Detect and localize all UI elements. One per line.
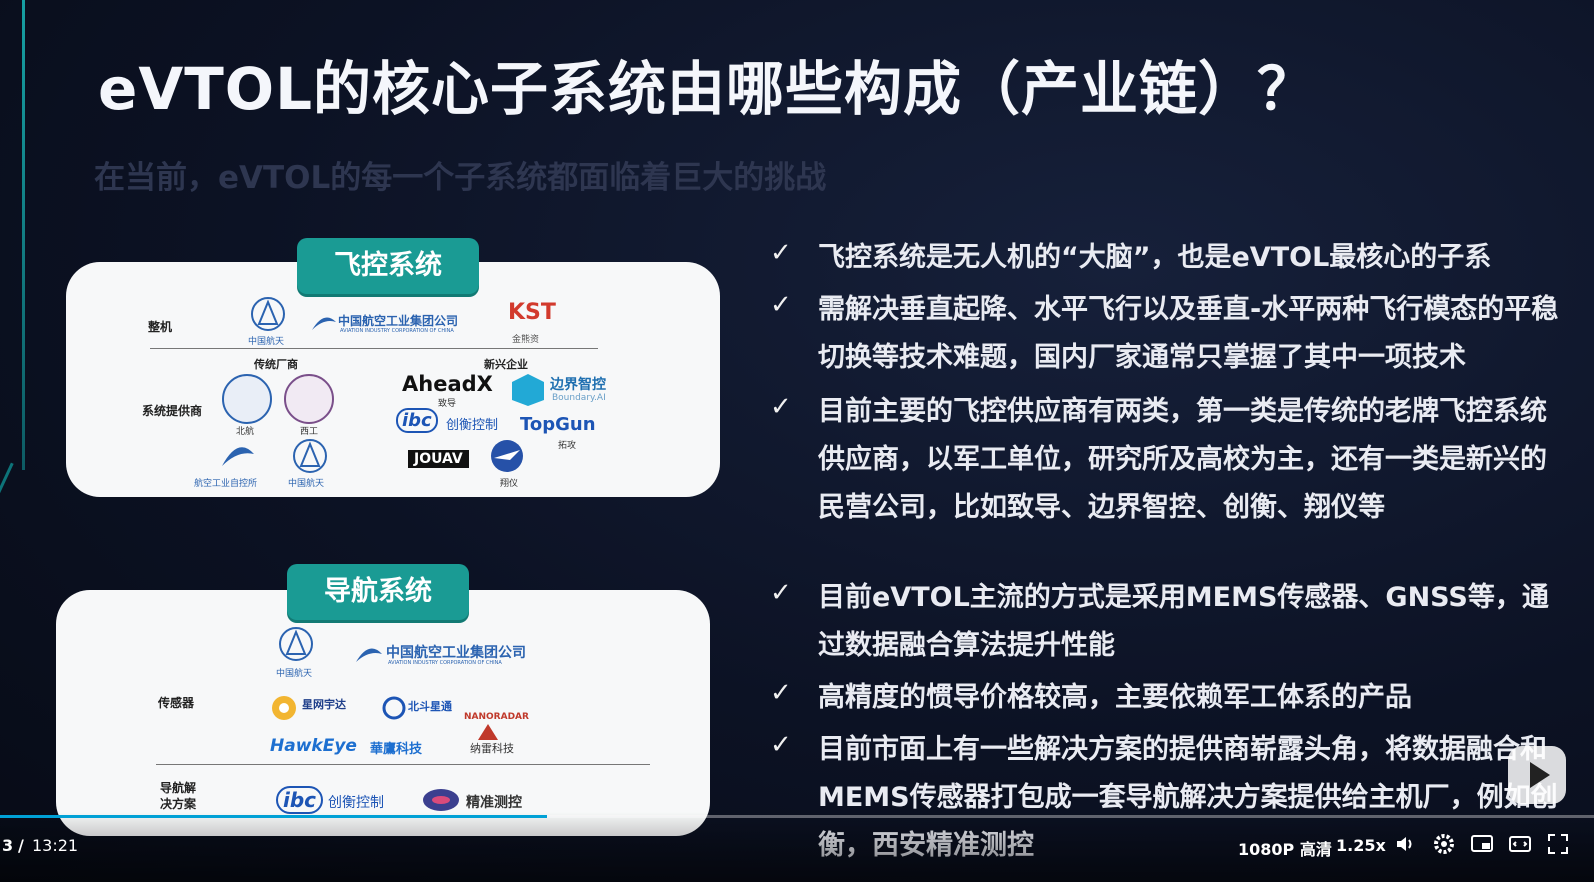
row-label-solution: 导航解决方案 bbox=[160, 781, 197, 811]
ibc-name: 创衡控制 bbox=[446, 418, 499, 433]
avic-name-en: AVIATION INDUSTRY CORPORATION OF CHINA bbox=[388, 660, 502, 666]
ibc-logo: ibc bbox=[276, 786, 324, 814]
nanoradar-logo: NANORADAR bbox=[464, 712, 529, 722]
row-label-sensor: 传感器 bbox=[158, 696, 195, 710]
row-label-whole: 整机 bbox=[148, 320, 173, 334]
hawkeye-logo: HawkEye bbox=[270, 736, 357, 756]
nanoradar-tower-icon bbox=[478, 724, 498, 740]
decorative-line bbox=[22, 0, 25, 470]
speed-button[interactable]: 1.25x bbox=[1336, 836, 1386, 855]
aviation-institute-caption: 航空工业自控所 bbox=[194, 479, 258, 489]
avic-name-en: AVIATION INDUSTRY CORPORATION OF CHINA bbox=[340, 328, 454, 334]
beidou-name: 北斗星通 bbox=[408, 700, 452, 713]
bullet-text: 高精度的惯导价格较高，主要依赖军工体系的产品 bbox=[818, 682, 1412, 713]
row-label-supplier: 系统提供商 bbox=[142, 404, 203, 418]
check-icon: ✓ bbox=[770, 392, 792, 422]
quality-button[interactable]: 1080P 高清 bbox=[1238, 836, 1332, 860]
play-icon bbox=[1530, 762, 1550, 788]
boundary-name: 边界智控 bbox=[550, 377, 606, 393]
picture-in-picture-icon[interactable] bbox=[1470, 832, 1494, 856]
slide-subtitle: 在当前，eVTOL的每一个子系统都面临着巨大的挑战 bbox=[94, 160, 827, 196]
topgun-logo: TopGun bbox=[520, 414, 596, 435]
xingwang-name: 星网宇达 bbox=[302, 698, 346, 711]
university-caption-1: 北航 bbox=[236, 427, 255, 437]
decorative-line-diagonal bbox=[0, 462, 14, 528]
progress-fill bbox=[0, 815, 547, 818]
boundary-cube-icon bbox=[512, 374, 544, 406]
hawkeye-name: 華鷹科技 bbox=[370, 742, 423, 757]
university-caption-2: 西工 bbox=[300, 427, 319, 437]
check-icon: ✓ bbox=[770, 730, 792, 760]
topgun-caption: 拓攻 bbox=[558, 441, 577, 451]
casc-logo-icon bbox=[293, 439, 327, 473]
bullet-text: 飞控系统是无人机的“大脑”，也是eVTOL最核心的子系 bbox=[818, 242, 1492, 273]
jingzhun-name: 精准测控 bbox=[466, 795, 522, 811]
casc-logo-icon bbox=[251, 297, 285, 331]
bullet-text: 目前主要的飞控供应商有两类，第一类是传统的老牌飞控系统供应商，以军工单位，研究所… bbox=[818, 396, 1547, 523]
ibc-name: 创衡控制 bbox=[328, 795, 384, 811]
kst-caption: 金熊资 bbox=[512, 335, 540, 345]
aviation-institute-logo-icon bbox=[222, 447, 254, 466]
beidou-logo-icon bbox=[382, 696, 406, 720]
flight-control-tag: 飞控系统 bbox=[297, 238, 479, 294]
casc-caption: 中国航天 bbox=[276, 669, 313, 679]
check-icon: ✓ bbox=[770, 290, 792, 320]
xingwang-logo-icon bbox=[272, 696, 296, 720]
navigation-panel: 传感器 导航解决方案 中国航天 中国航空工业集团公司 AVIATION INDU… bbox=[56, 590, 710, 836]
volume-icon[interactable] bbox=[1394, 832, 1418, 856]
time-separator: / bbox=[18, 836, 24, 855]
avic-logo-icon bbox=[312, 317, 336, 330]
fullscreen-icon[interactable] bbox=[1546, 832, 1570, 856]
navigation-tag: 导航系统 bbox=[287, 564, 469, 620]
time-total: 13:21 bbox=[32, 836, 79, 855]
university-seal-icon bbox=[284, 374, 334, 424]
flight-control-panel: 整机 系统提供商 中国航天 中国航空工业集团公司 AVIATION INDUST… bbox=[66, 262, 720, 497]
aheadx-logo: AheadX bbox=[402, 372, 493, 396]
gear-icon[interactable] bbox=[1432, 832, 1456, 856]
col-label-traditional: 传统厂商 bbox=[254, 358, 298, 371]
avic-logo-icon bbox=[356, 648, 382, 662]
divider bbox=[150, 348, 598, 349]
check-icon: ✓ bbox=[770, 238, 792, 268]
bullet-text: 目前eVTOL主流的方式是采用MEMS传感器、GNSS等，通过数据融合算法提升性… bbox=[818, 582, 1549, 661]
avic-name: 中国航空工业集团公司 bbox=[338, 314, 459, 328]
bullet-text: 需解决垂直起降、水平飞行以及垂直-水平两种飞行模态的平稳切换等技术难题，国内厂家… bbox=[818, 294, 1559, 373]
university-seal-icon bbox=[222, 374, 272, 424]
slide: eVTOL的核心子系统由哪些构成（产业链）？ 在当前，eVTOL的每一个子系统都… bbox=[0, 0, 1594, 882]
check-icon: ✓ bbox=[770, 578, 792, 608]
boundary-name-en: Boundary.AI bbox=[552, 393, 606, 403]
avic-name: 中国航空工业集团公司 bbox=[386, 645, 526, 661]
casc-logo-icon bbox=[279, 627, 313, 661]
check-icon: ✓ bbox=[770, 678, 792, 708]
xiangyi-caption: 翔仪 bbox=[500, 479, 519, 489]
kst-logo: KST bbox=[508, 300, 556, 325]
jingzhun-logo-icon bbox=[423, 789, 459, 811]
divider bbox=[156, 764, 650, 765]
ibc-logo: ibc bbox=[396, 408, 438, 433]
col-label-emerging: 新兴企业 bbox=[484, 358, 528, 371]
slide-title: eVTOL的核心子系统由哪些构成（产业链）？ bbox=[98, 55, 1317, 123]
time-current: 3 bbox=[2, 836, 14, 855]
xiangyi-logo-icon bbox=[491, 440, 523, 472]
jouav-logo: JOUAV bbox=[408, 450, 469, 468]
floating-play-button[interactable] bbox=[1508, 746, 1566, 804]
nanoradar-name: 纳雷科技 bbox=[470, 742, 514, 755]
casc-caption: 中国航天 bbox=[248, 337, 285, 347]
aheadx-caption: 致导 bbox=[438, 399, 457, 409]
casc-caption-2: 中国航天 bbox=[288, 479, 325, 489]
widescreen-icon[interactable] bbox=[1508, 832, 1532, 856]
